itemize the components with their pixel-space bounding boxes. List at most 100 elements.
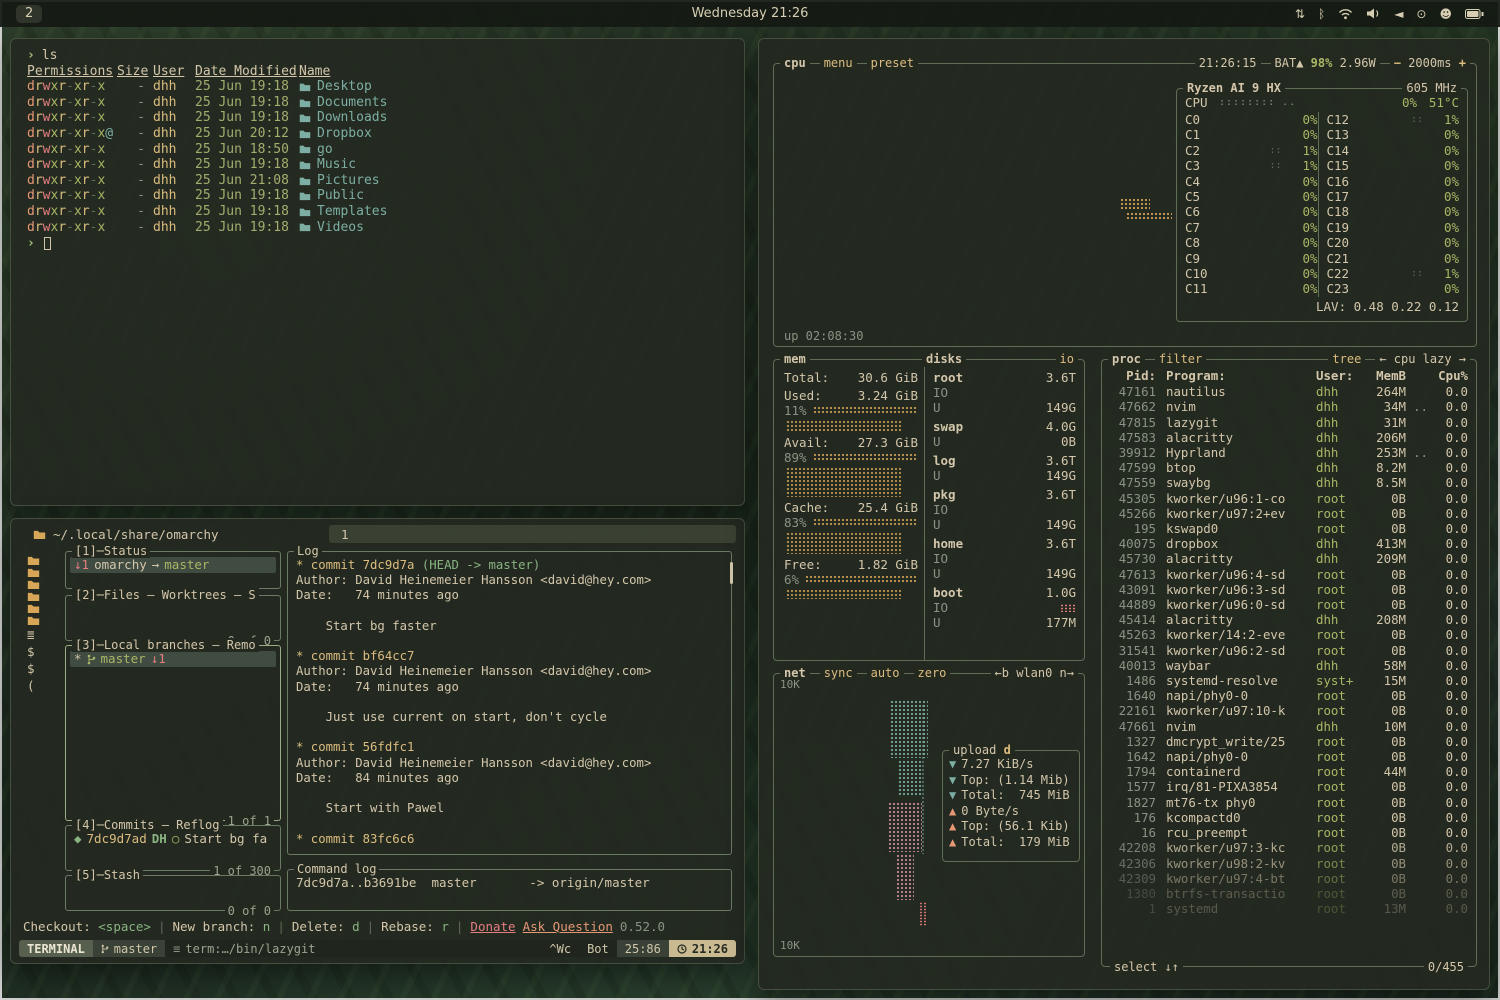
process-row[interactable]: 40013waybardhh58M0.0 bbox=[1110, 658, 1468, 673]
process-row[interactable]: 1577irq/81-PIXA3854root0B0.0 bbox=[1110, 779, 1468, 794]
volume-icon[interactable] bbox=[1366, 8, 1381, 19]
process-row[interactable]: 1794containerdroot44M0.0 bbox=[1110, 764, 1468, 779]
process-row[interactable]: 45730alacrittydhh209M0.0 bbox=[1110, 551, 1468, 566]
branches-panel-title[interactable]: [3]─Local branches — Remo bbox=[72, 638, 259, 652]
header-cpu[interactable]: Cpu% bbox=[1428, 368, 1468, 383]
stash-panel[interactable]: [5]─Stash 0 of 0 bbox=[65, 875, 281, 911]
net-zero-button[interactable]: zero bbox=[914, 665, 951, 681]
updates-icon[interactable]: ⇅ bbox=[1295, 7, 1305, 21]
net-interface-switcher[interactable]: ←b wlan0 n→ bbox=[991, 665, 1078, 681]
keybinding[interactable]: Checkout: <space> bbox=[23, 919, 151, 934]
interval-minus-button[interactable]: − bbox=[1394, 56, 1401, 70]
process-row[interactable]: 1systemdroot13M0.0 bbox=[1110, 901, 1468, 916]
stash-panel-title[interactable]: [5]─Stash bbox=[72, 868, 143, 882]
commits-panel-title[interactable]: [4]─Commits — Reflog bbox=[72, 818, 223, 832]
files-panel-title[interactable]: [2]─Files — Worktrees — S bbox=[72, 588, 259, 602]
process-row[interactable]: 44889kworker/u96:0-sdroot0B0.0 bbox=[1110, 597, 1468, 612]
preset-button[interactable]: preset bbox=[867, 55, 918, 71]
media-prev-icon[interactable]: ◄ bbox=[1394, 7, 1403, 21]
process-row[interactable]: 22161kworker/u97:10-kroot0B0.0 bbox=[1110, 703, 1468, 718]
workspace-indicator[interactable]: 2 bbox=[16, 5, 42, 23]
process-row[interactable]: 47599btopdhh8.2M0.0 bbox=[1110, 460, 1468, 475]
process-row[interactable]: 1327dmcrypt_write/25root0B0.0 bbox=[1110, 734, 1468, 749]
header-pid[interactable]: Pid: bbox=[1110, 368, 1156, 383]
process-row[interactable]: 42306kworker/u98:2-kvroot0B0.0 bbox=[1110, 856, 1468, 871]
commit-hash-line[interactable]: * commit 56fdfc1 bbox=[296, 740, 723, 755]
sort-mode-switcher[interactable]: ← cpu lazy → bbox=[1375, 351, 1470, 367]
ask-question-link[interactable]: Ask Question bbox=[523, 919, 613, 934]
process-row[interactable]: 40075dropboxdhh413M0.0 bbox=[1110, 536, 1468, 551]
disks-panel-title[interactable]: disks bbox=[922, 351, 966, 367]
process-row[interactable]: 47661nvimdhh10M0.0 bbox=[1110, 719, 1468, 734]
log-panel[interactable]: Log * commit 7dc9d7a (HEAD -> master)Aut… bbox=[287, 551, 732, 855]
process-row[interactable]: 45414alacrittydhh208M0.0 bbox=[1110, 612, 1468, 627]
header-program[interactable]: Program: bbox=[1156, 368, 1308, 383]
process-row[interactable]: 45266kworker/u97:2+evroot0B0.0 bbox=[1110, 506, 1468, 521]
process-row[interactable]: 31541kworker/u96:2-sdroot0B0.0 bbox=[1110, 643, 1468, 658]
process-row[interactable]: 43091kworker/u96:3-sdroot0B0.0 bbox=[1110, 582, 1468, 597]
process-row[interactable]: 1640napi/phy0-0root0B0.0 bbox=[1110, 688, 1468, 703]
process-row[interactable]: 45263kworker/14:2-everoot0B0.0 bbox=[1110, 627, 1468, 642]
disk-used-label: U bbox=[933, 468, 941, 483]
battery-icon[interactable] bbox=[1465, 9, 1484, 19]
io-mode-button[interactable]: io bbox=[1056, 351, 1078, 367]
process-graph bbox=[1406, 688, 1428, 703]
keybinding[interactable]: Rebase: r bbox=[381, 919, 449, 934]
status-panel[interactable]: [1]─Status ↓1 omarchy → master bbox=[65, 551, 281, 589]
process-row[interactable]: 45305kworker/u96:1-coroot0B0.0 bbox=[1110, 491, 1468, 506]
branch-row[interactable]: * master ↓1 bbox=[70, 651, 276, 667]
process-row[interactable]: 1827mt76-tx phy0root0B0.0 bbox=[1110, 795, 1468, 810]
screen-record-icon[interactable]: ⊙ bbox=[1416, 7, 1426, 21]
terminal-cursor[interactable] bbox=[44, 237, 51, 250]
tree-toggle-button[interactable]: tree bbox=[1328, 351, 1365, 367]
process-row[interactable]: 195kswapd0root0B0.0 bbox=[1110, 521, 1468, 536]
commits-panel[interactable]: [4]─Commits — Reflog ◆ 7dc9d7ad DH ○ Sta… bbox=[65, 825, 281, 871]
prompt-char: $ bbox=[27, 661, 61, 677]
user-icon[interactable]: ☻ bbox=[1439, 7, 1452, 21]
log-scrollbar[interactable] bbox=[730, 562, 733, 584]
process-row[interactable]: 39912Hyprlanddhh253M..0.0 bbox=[1110, 445, 1468, 460]
files-panel[interactable]: [2]─Files — Worktrees — S 0 of 0 bbox=[65, 595, 281, 641]
process-row[interactable]: 47559swaybgdhh8.5M0.0 bbox=[1110, 475, 1468, 490]
status-row[interactable]: ↓1 omarchy → master bbox=[70, 557, 276, 573]
process-memory: 0B bbox=[1360, 779, 1406, 794]
process-row[interactable]: 16rcu_preemptroot0B0.0 bbox=[1110, 825, 1468, 840]
videos-folder-icon bbox=[299, 222, 311, 232]
log-panel-title[interactable]: Log bbox=[294, 544, 322, 558]
interval-plus-button[interactable]: + bbox=[1459, 56, 1466, 70]
net-stats-key[interactable]: d bbox=[1004, 743, 1011, 757]
menu-button[interactable]: menu bbox=[820, 55, 857, 71]
process-row[interactable]: 47662nvimdhh34M..0.0 bbox=[1110, 399, 1468, 414]
process-row[interactable]: 47815lazygitdhh31M0.0 bbox=[1110, 415, 1468, 430]
filter-button[interactable]: filter bbox=[1155, 351, 1206, 367]
net-sync-button[interactable]: sync bbox=[820, 665, 857, 681]
process-row[interactable]: 1380btrfs-transactioroot0B0.0 bbox=[1110, 886, 1468, 901]
commit-hash-line[interactable]: * commit 83fc6c6 bbox=[296, 832, 723, 847]
process-row[interactable]: 1642napi/phy0-0root0B0.0 bbox=[1110, 749, 1468, 764]
donate-link[interactable]: Donate bbox=[470, 919, 515, 934]
commit-hash-line[interactable]: * commit bf64cc7 bbox=[296, 649, 723, 664]
bluetooth-icon[interactable]: ᛒ bbox=[1318, 7, 1325, 21]
header-memory[interactable]: MemB bbox=[1360, 368, 1406, 383]
keybinding[interactable]: New branch: n bbox=[172, 919, 270, 934]
header-user[interactable]: User: bbox=[1308, 368, 1360, 383]
tab-bar[interactable]: 1 bbox=[329, 525, 736, 543]
branches-panel[interactable]: [3]─Local branches — Remo * master ↓1 1 … bbox=[65, 645, 281, 821]
net-auto-button[interactable]: auto bbox=[867, 665, 904, 681]
process-row[interactable]: 47161nautilusdhh264M0.0 bbox=[1110, 384, 1468, 399]
wifi-icon[interactable] bbox=[1338, 8, 1353, 20]
process-row[interactable]: 1486systemd-resolvesyst+15M0.0 bbox=[1110, 673, 1468, 688]
mem-panel-title[interactable]: mem bbox=[780, 351, 810, 367]
process-row[interactable]: 47583alacrittydhh206M0.0 bbox=[1110, 430, 1468, 445]
process-row[interactable]: 42309kworker/u97:4-btroot0B0.0 bbox=[1110, 871, 1468, 886]
keybinding[interactable]: Delete: d bbox=[292, 919, 360, 934]
clock[interactable]: Wednesday 21:26 bbox=[692, 6, 809, 21]
status-panel-title[interactable]: [1]─Status bbox=[72, 544, 150, 558]
process-row[interactable]: 176kcompactd0root0B0.0 bbox=[1110, 810, 1468, 825]
process-row[interactable]: 42208kworker/u97:3-kcroot0B0.0 bbox=[1110, 840, 1468, 855]
commit-row[interactable]: ◆ 7dc9d7ad DH ○ Start bg fa bbox=[70, 831, 276, 847]
cpu-panel-title[interactable]: cpu bbox=[780, 55, 810, 71]
commit-hash-line[interactable]: * commit 7dc9d7a (HEAD -> master) bbox=[296, 558, 723, 573]
process-row[interactable]: 47613kworker/u96:4-sdroot0B0.0 bbox=[1110, 567, 1468, 582]
proc-panel-title[interactable]: proc bbox=[1108, 351, 1145, 367]
